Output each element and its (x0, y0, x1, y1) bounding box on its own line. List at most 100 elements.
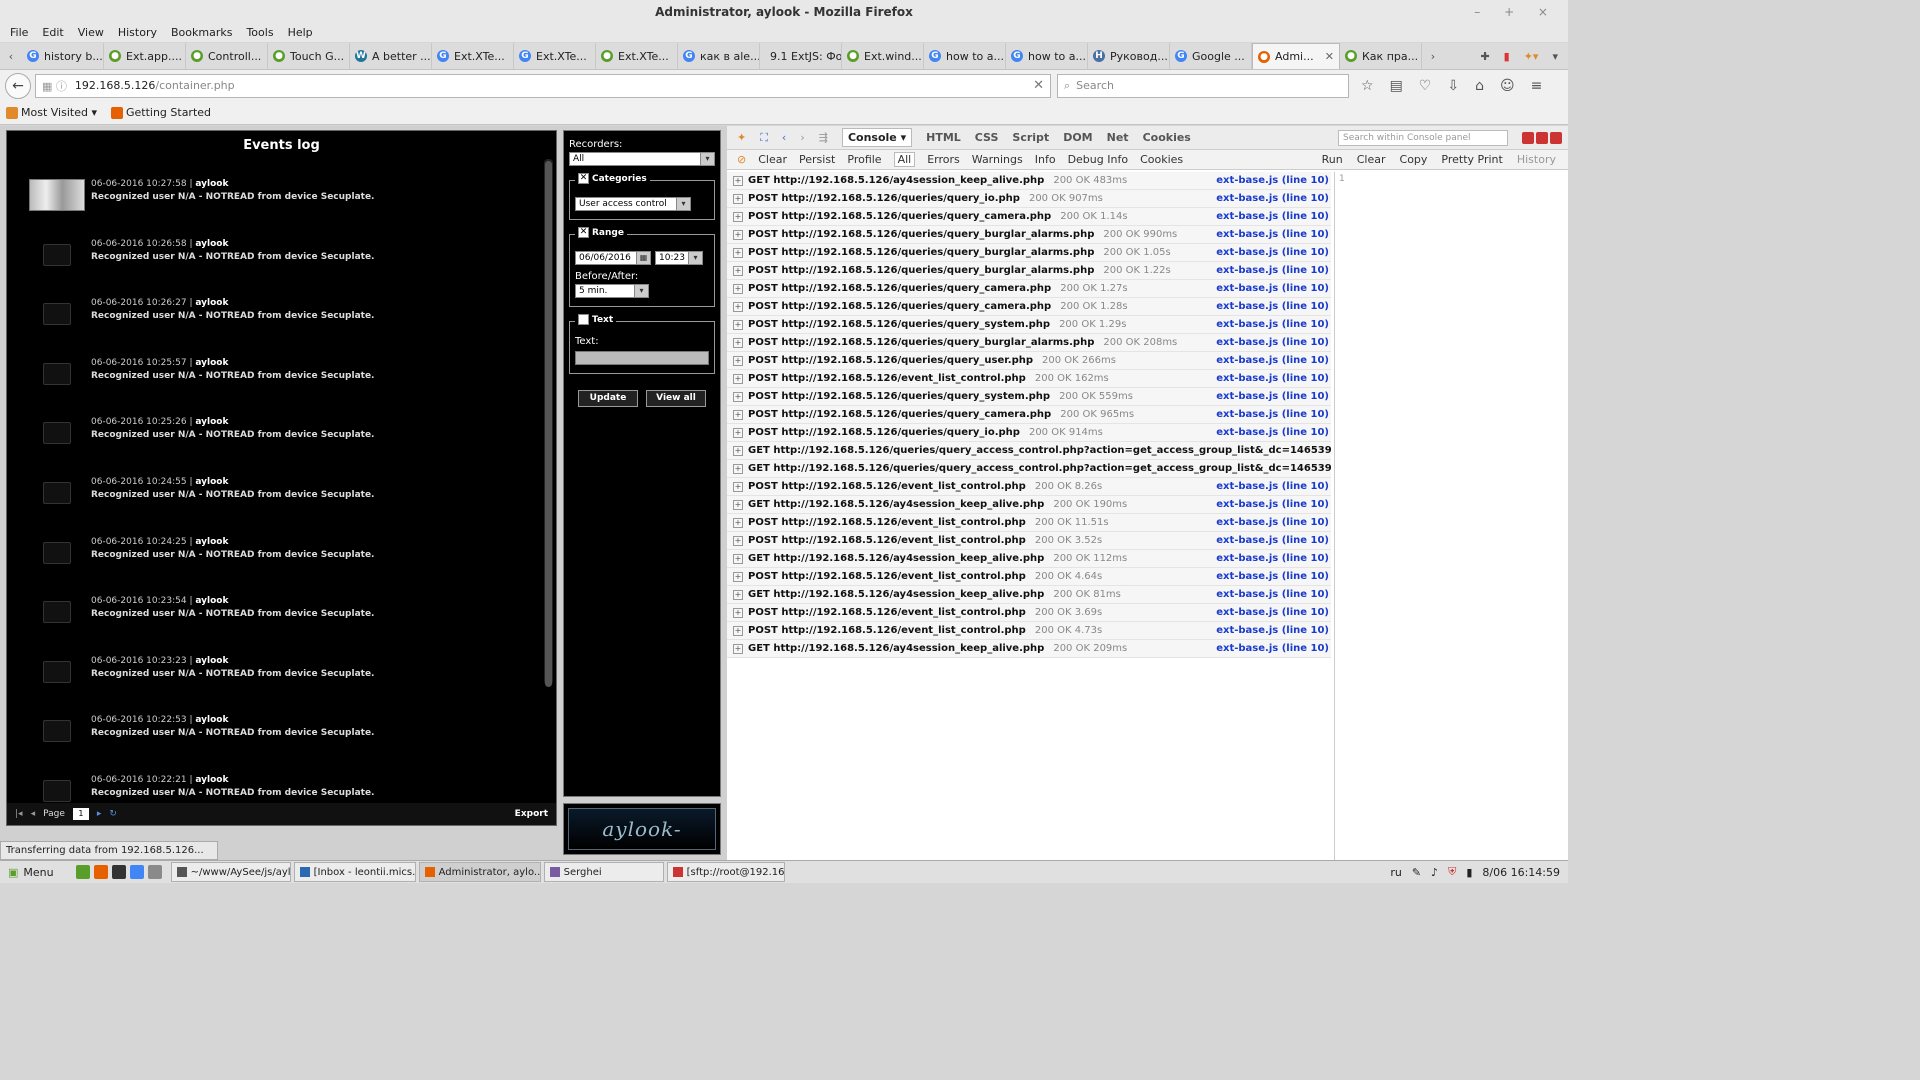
console-filter-1[interactable]: Persist (799, 153, 835, 166)
chrome-launcher-icon[interactable] (129, 865, 144, 879)
expand-icon[interactable]: + (733, 481, 743, 492)
console-action-3[interactable]: Pretty Print (1441, 153, 1502, 166)
tab[interactable]: H Руковод... (1088, 43, 1170, 69)
events-scrollbar[interactable] (544, 159, 553, 687)
export-button[interactable]: Export (515, 809, 548, 819)
event-row[interactable]: 06-06-2016 10:24:25 | aylook Recognized u… (29, 533, 539, 593)
console-filter-2[interactable]: Profile (847, 153, 881, 166)
source-link[interactable]: ext-base.js (line 10) (1216, 625, 1331, 636)
source-link[interactable]: ext-base.js (line 10) (1216, 211, 1331, 222)
tab[interactable]: ● Controll... (186, 43, 268, 69)
taskbar-window[interactable]: ~/www/AySee/js/ayl... (170, 862, 291, 882)
expand-icon[interactable]: + (733, 193, 743, 204)
update-button[interactable]: Update (578, 390, 638, 407)
console-log-row[interactable]: + GET http://192.168.5.126/queries/query_… (727, 460, 1331, 478)
tab[interactable]: Gкак в ale... (678, 43, 760, 69)
console-action-2[interactable]: Copy (1400, 153, 1428, 166)
chat-icon[interactable]: ☺ (1500, 78, 1515, 94)
refresh-icon[interactable]: ↻ (109, 809, 117, 819)
expand-icon[interactable]: + (733, 589, 743, 600)
console-log-row[interactable]: + POST http://192.168.5.126/event_list_co… (727, 568, 1331, 586)
tab[interactable]: ● Ext.XTe... (596, 43, 678, 69)
prev-page-icon[interactable]: ◂ (31, 809, 36, 819)
console-filter-5[interactable]: Warnings (972, 153, 1023, 166)
event-thumbnail[interactable] (29, 715, 85, 747)
back-icon[interactable]: ‹ (782, 131, 786, 144)
firebug-tab-1[interactable]: HTML (926, 131, 961, 144)
firebug-icon[interactable]: ✦ (737, 131, 746, 144)
tab[interactable]: Ghow to a... (1006, 43, 1088, 69)
taskbar-window[interactable]: [Inbox - leontii.mics... (293, 862, 416, 882)
expand-icon[interactable]: + (733, 247, 743, 258)
expand-icon[interactable]: + (733, 535, 743, 546)
expand-icon[interactable]: + (733, 283, 743, 294)
command-editor[interactable]: 1 (1334, 172, 1568, 860)
start-menu-button[interactable]: ▣ Menu (0, 866, 62, 879)
firefox-launcher-icon[interactable] (93, 865, 108, 879)
event-row[interactable]: 06-06-2016 10:24:55 | aylook Recognized u… (29, 473, 539, 533)
source-link[interactable]: ext-base.js (line 10) (1216, 589, 1331, 600)
update-icon[interactable]: ⛨ (1448, 865, 1456, 879)
url-bar[interactable]: ▦ ⓘ 192.168.5.126/container.php ✕ (35, 73, 1051, 98)
files-launcher-icon[interactable] (147, 865, 162, 879)
new-tab-icon[interactable]: ✚ (1480, 50, 1489, 63)
event-thumbnail[interactable] (29, 179, 85, 211)
first-page-icon[interactable]: |◂ (15, 809, 23, 819)
tab[interactable]: G Ext.XTe... (432, 43, 514, 69)
console-log-row[interactable]: + POST http://192.168.5.126/event_list_co… (727, 370, 1331, 388)
expand-icon[interactable]: + (733, 301, 743, 312)
event-thumbnail[interactable] (29, 477, 85, 509)
expand-icon[interactable]: + (733, 571, 743, 582)
console-log-row[interactable]: + POST http://192.168.5.126/queries/query… (727, 316, 1331, 334)
expand-icon[interactable]: + (733, 643, 743, 654)
menu-item-history[interactable]: History (118, 24, 157, 42)
taskbar-window[interactable]: [sftp://root@192.16... (666, 862, 785, 882)
page-number-input[interactable]: 1 (72, 808, 89, 820)
home-icon[interactable]: ⌂ (1475, 78, 1484, 94)
text-input[interactable] (575, 351, 709, 365)
event-row[interactable]: 06-06-2016 10:27:58 | aylook Recognized u… (29, 175, 539, 235)
expand-icon[interactable]: + (733, 265, 743, 276)
source-link[interactable]: ext-base.js (line 10) (1216, 409, 1331, 420)
tab[interactable]: ● Admi... ✕ (1252, 43, 1340, 69)
menu-item-bookmarks[interactable]: Bookmarks (171, 24, 232, 42)
expand-icon[interactable]: + (733, 499, 743, 510)
expand-icon[interactable]: + (733, 517, 743, 528)
source-link[interactable]: ext-base.js (line 10) (1216, 337, 1331, 348)
event-thumbnail[interactable] (29, 298, 85, 330)
keyboard-layout[interactable]: ru (1390, 866, 1402, 879)
show-desktop-icon[interactable] (75, 865, 90, 879)
expand-icon[interactable]: + (733, 445, 743, 456)
event-row[interactable]: 06-06-2016 10:23:54 | aylook Recognized u… (29, 592, 539, 652)
event-thumbnail[interactable] (29, 358, 85, 390)
expand-icon[interactable]: + (733, 319, 743, 330)
break-on-error-icon[interactable]: ⊘ (737, 153, 746, 166)
terminal-launcher-icon[interactable] (111, 865, 126, 879)
console-log-row[interactable]: + POST http://192.168.5.126/queries/query… (727, 334, 1331, 352)
source-link[interactable]: ext-base.js (line 10) (1216, 607, 1331, 618)
source-link[interactable]: ext-base.js (line 10) (1216, 391, 1331, 402)
source-link[interactable]: ext-base.js (line 10) (1216, 499, 1331, 510)
console-search-input[interactable]: Search within Console panel (1338, 129, 1508, 146)
network-icon[interactable]: ✎ (1412, 866, 1421, 879)
console-log-row[interactable]: + POST http://192.168.5.126/event_list_co… (727, 478, 1331, 496)
next-page-icon[interactable]: ▸ (97, 809, 102, 819)
bookmark-item[interactable]: Most Visited ▾ (6, 106, 97, 119)
source-link[interactable]: ext-base.js (line 10) (1216, 553, 1331, 564)
expand-icon[interactable]: + (733, 391, 743, 402)
console-action-4[interactable]: History (1517, 153, 1556, 166)
detach-icon[interactable] (1536, 131, 1548, 144)
calendar-icon[interactable]: ▦ (636, 252, 650, 264)
source-link[interactable]: ext-base.js (line 10) (1216, 265, 1331, 276)
expand-icon[interactable]: + (733, 607, 743, 618)
multiline-icon[interactable]: ⇶ (819, 131, 828, 144)
source-link[interactable]: ext-base.js (line 10) (1216, 355, 1331, 366)
battery-icon[interactable]: ▮ (1466, 866, 1472, 879)
search-input[interactable]: ⌕ Search (1057, 73, 1349, 98)
console-log-row[interactable]: + GET http://192.168.5.126/ay4session_kee… (727, 496, 1331, 514)
menu-item-edit[interactable]: Edit (42, 24, 63, 42)
source-link[interactable]: ext-base.js (line 10) (1216, 481, 1331, 492)
event-thumbnail[interactable] (29, 239, 85, 271)
window-controls[interactable]: – + × (1474, 0, 1558, 24)
console-log-row[interactable]: + GET http://192.168.5.126/ay4session_kee… (727, 640, 1331, 658)
